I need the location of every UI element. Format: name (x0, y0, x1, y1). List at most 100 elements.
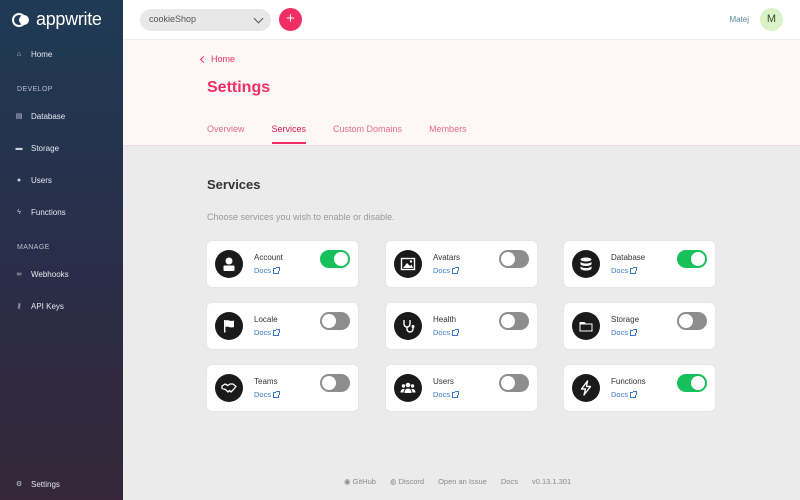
project-select[interactable]: cookieShop (140, 9, 271, 31)
service-toggle-users[interactable] (499, 374, 529, 392)
sidebar-item-label: Database (31, 112, 66, 121)
service-card-database: Database Docs (564, 241, 715, 287)
service-name: Locale (254, 315, 278, 324)
service-toggle-database[interactable] (677, 250, 707, 268)
sidebar-item-label: Home (31, 50, 53, 59)
service-toggle-storage[interactable] (677, 312, 707, 330)
sidebar-item-label: Users (31, 176, 52, 185)
service-toggle-locale[interactable] (320, 312, 350, 330)
sidebar-item-database[interactable]: ▤ Database (15, 112, 66, 121)
database-icon: ▤ (15, 112, 23, 120)
toggle-knob (501, 252, 515, 266)
appwrite-logo[interactable]: appwrite (12, 9, 102, 30)
folder-icon (572, 312, 600, 340)
external-link-icon (630, 390, 638, 398)
page-banner: Home Settings Overview Services Custom D… (123, 40, 800, 146)
lightning-icon (572, 374, 600, 402)
footer-issue-link[interactable]: Open an Issue (438, 477, 487, 486)
docs-label: Docs (433, 266, 451, 275)
docs-label: Docs (611, 266, 629, 275)
webhook-icon: ∞ (16, 270, 22, 278)
service-docs-link[interactable]: Docs (254, 390, 281, 399)
sidebar-item-home[interactable]: ⌂ Home (15, 50, 52, 59)
handshake-icon (215, 374, 243, 402)
service-docs-link[interactable]: Docs (254, 266, 281, 275)
tab-services[interactable]: Services (271, 124, 307, 144)
docs-label: Docs (254, 266, 272, 275)
home-icon: ⌂ (16, 50, 22, 58)
service-name: Teams (254, 377, 278, 386)
sidebar-item-label: Settings (31, 480, 60, 489)
docs-label: Docs (611, 328, 629, 337)
avatar[interactable]: M (760, 8, 783, 31)
docs-label: Docs (433, 390, 451, 399)
folder-icon: ▬ (15, 144, 23, 152)
breadcrumb[interactable]: Home (199, 54, 236, 64)
footer: ◉ GitHub ◍ Discord Open an Issue Docs v0… (344, 477, 571, 486)
external-link-icon (273, 390, 281, 398)
service-name: Health (433, 315, 457, 324)
service-docs-link[interactable]: Docs (611, 390, 638, 399)
service-card-health: Health Docs (386, 303, 537, 349)
tab-members[interactable]: Members (429, 124, 467, 144)
external-link-icon (273, 266, 281, 274)
footer-discord-label: Discord (398, 477, 425, 486)
service-name: Avatars (433, 253, 460, 262)
toggle-knob (322, 314, 336, 328)
service-docs-link[interactable]: Docs (433, 328, 460, 337)
flag-icon (215, 312, 243, 340)
footer-docs-link[interactable]: Docs (501, 477, 518, 486)
service-docs-link[interactable]: Docs (254, 328, 281, 337)
discord-icon: ◍ (389, 477, 399, 486)
avatars-icon (394, 250, 422, 278)
brand-name: appwrite (36, 9, 102, 29)
service-docs-link[interactable]: Docs (611, 328, 638, 337)
service-name: Functions (611, 377, 646, 386)
sidebar-item-webhooks[interactable]: ∞ Webhooks (15, 270, 69, 279)
settings-tabs: Overview Services Custom Domains Members (207, 124, 494, 144)
service-card-functions: Functions Docs (564, 365, 715, 411)
service-toggle-health[interactable] (499, 312, 529, 330)
footer-github-label: GitHub (352, 477, 376, 486)
service-toggle-account[interactable] (320, 250, 350, 268)
service-docs-link[interactable]: Docs (433, 390, 460, 399)
external-link-icon (452, 266, 460, 274)
appwrite-logo-icon (12, 12, 32, 27)
tab-overview[interactable]: Overview (207, 124, 245, 144)
sidebar-item-settings[interactable]: ⚙ Settings (15, 480, 60, 489)
service-card-avatars: Avatars Docs (386, 241, 537, 287)
sidebar-item-label: Webhooks (31, 270, 69, 279)
service-toggle-teams[interactable] (320, 374, 350, 392)
section-title: Services (207, 177, 261, 192)
footer-github-link[interactable]: ◉ GitHub (344, 477, 376, 486)
sidebar-section-manage: MANAGE (17, 244, 50, 251)
account-icon (215, 250, 243, 278)
external-link-icon (452, 390, 460, 398)
service-card-users: Users Docs (386, 365, 537, 411)
page-title: Settings (207, 79, 271, 96)
lightning-icon: ϟ (17, 208, 21, 216)
sidebar-item-functions[interactable]: ϟ Functions (15, 208, 66, 217)
user-name[interactable]: Matej (729, 15, 749, 24)
service-docs-link[interactable]: Docs (433, 266, 460, 275)
sidebar-item-label: Storage (31, 144, 60, 153)
docs-label: Docs (433, 328, 451, 337)
breadcrumb-home: Home (211, 54, 236, 64)
sidebar-section-develop: DEVELOP (17, 86, 53, 93)
sidebar-item-api-keys[interactable]: ⚷ API Keys (15, 302, 63, 311)
add-project-button[interactable]: + (279, 8, 302, 31)
top-header: cookieShop + Matej M (123, 0, 800, 40)
sidebar-item-users[interactable]: ● Users (15, 176, 52, 185)
stethoscope-icon (394, 312, 422, 340)
toggle-knob (679, 314, 693, 328)
service-toggle-avatars[interactable] (499, 250, 529, 268)
service-docs-link[interactable]: Docs (611, 266, 638, 275)
tab-custom-domains[interactable]: Custom Domains (333, 124, 402, 144)
service-toggle-functions[interactable] (677, 374, 707, 392)
service-card-teams: Teams Docs (207, 365, 358, 411)
toggle-knob (322, 376, 336, 390)
section-subtitle: Choose services you wish to enable or di… (207, 212, 395, 222)
sidebar-item-storage[interactable]: ▬ Storage (15, 144, 60, 153)
toggle-knob (334, 252, 348, 266)
footer-discord-link[interactable]: ◍ Discord (390, 477, 424, 486)
